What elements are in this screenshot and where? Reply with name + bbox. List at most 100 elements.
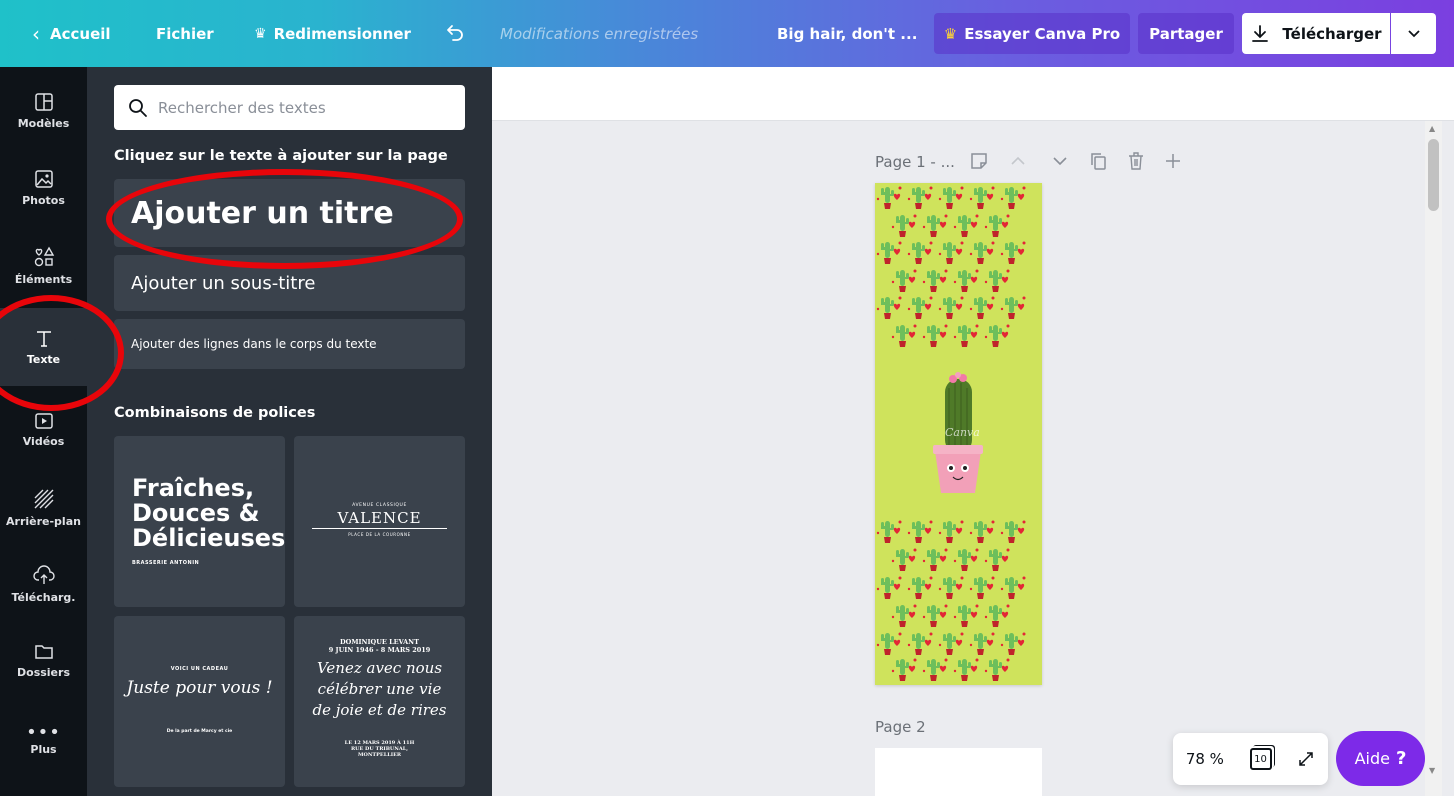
text-icon [36,331,51,347]
resize-menu-label: Redimensionner [273,24,411,43]
chevron-left-icon: ‹ [32,21,40,46]
rail-item-label: Éléments [14,273,73,286]
add-title-label: Ajouter un titre [131,195,394,231]
combo-small-text: De la part de Marcy et cie [166,729,233,734]
combo-small-text: BRASSERIE ANTONIN [132,560,200,566]
page-count-icon[interactable]: 10 [1249,748,1272,770]
undo-button[interactable] [443,0,465,67]
canva-watermark: Canva [945,426,980,439]
more-icon: ••• [26,722,61,743]
page-2-canvas[interactable] [875,748,1042,796]
layout-icon [34,93,53,111]
font-combo-card[interactable]: AVENUE CLASSIQUE VALENCE PLACE DE LA COU… [294,436,465,607]
scroll-thumb[interactable] [1428,139,1439,211]
combo-divider [312,528,447,529]
back-home-label: Accueil [50,24,111,43]
rail-item-label: Vidéos [22,435,65,448]
rail-item-label: Télécharg. [11,591,76,604]
add-body-text-button[interactable]: Ajouter des lignes dans le corps du text… [114,319,465,369]
rail-item-label: Texte [26,353,61,366]
left-rail: Modèles Photos Éléments Texte Vidéos Arr… [0,67,87,796]
file-menu-label: Fichier [156,24,214,43]
combo-small-text: PLACE DE LA COURONNE [348,532,411,537]
try-canva-pro-button[interactable]: ♛ Essayer Canva Pro [934,13,1130,54]
rail-item-uploads[interactable]: Télécharg. [0,545,87,623]
zoom-level[interactable]: 78 % [1186,750,1224,768]
help-question-icon: ? [1395,748,1407,769]
add-title-button[interactable]: Ajouter un titre [114,179,465,247]
background-icon [34,489,53,509]
page-2-label[interactable]: Page 2 [875,718,926,736]
rail-item-folders[interactable]: Dossiers [0,622,87,700]
chevron-down-icon[interactable] [1052,156,1068,166]
chevron-up-icon[interactable] [1010,156,1026,166]
rail-item-label: Dossiers [17,666,70,679]
click-hint: Cliquez sur le texte à ajouter sur la pa… [114,148,448,164]
font-combo-card[interactable]: VOICI UN CADEAU Juste pour vous ! De la … [114,616,285,787]
editor-toolbar [492,67,1454,121]
page-toolbar [968,150,1182,172]
combo-small-text: VOICI UN CADEAU [170,666,229,672]
combo-heading-line: Venez avec nous [316,659,443,677]
trash-icon[interactable] [1126,151,1146,171]
rail-item-label: Modèles [17,117,70,130]
upload-icon [32,565,55,584]
page-1-label[interactable]: Page 1 - ... [875,153,955,171]
combo-heading-line: Délicieuses [132,524,285,552]
back-home-link[interactable]: ‹ Accueil [32,0,111,67]
file-menu[interactable]: Fichier [156,0,214,67]
zoom-controls: 78 % 10 [1173,733,1328,785]
combo-small-text: AVENUE CLASSIQUE [352,503,407,508]
combo-heading-text: Juste pour vous ! [126,678,273,698]
combo-small-text: 9 JUIN 1946 - 8 MARS 2019 [328,646,431,654]
save-status: Modifications enregistrées [500,0,698,67]
rail-item-text[interactable]: Texte [0,308,87,386]
scroll-up-icon[interactable]: ▲ [1429,124,1435,133]
resize-menu[interactable]: ♛ Redimensionner [254,0,411,67]
help-label: Aide [1354,749,1390,768]
combo-heading-line: Douces & [132,499,260,527]
share-button[interactable]: Partager [1138,13,1234,54]
duplicate-icon[interactable] [1088,151,1108,171]
rail-item-templates[interactable]: Modèles [0,72,87,150]
page-1-canvas[interactable]: Canva [875,183,1042,685]
share-label: Partager [1149,24,1223,43]
search-input[interactable] [158,98,448,117]
fullscreen-icon[interactable] [1297,750,1315,768]
download-options-button[interactable] [1391,13,1436,54]
add-subtitle-button[interactable]: Ajouter un sous-titre [114,255,465,311]
add-body-text-label: Ajouter des lignes dans le corps du text… [131,337,377,351]
top-bar: ‹ Accueil Fichier ♛ Redimensionner Modif… [0,0,1454,67]
help-button[interactable]: Aide ? [1336,731,1425,786]
combo-small-text: DOMINIQUE LEVANT [340,638,419,646]
rail-item-label: Arrière-plan [6,515,81,528]
font-combo-card[interactable]: DOMINIQUE LEVANT 9 JUIN 1946 - 8 MARS 20… [294,616,465,787]
rail-item-more[interactable]: ••• Plus [0,703,87,781]
image-icon [34,170,53,188]
search-box[interactable] [114,85,465,130]
crown-icon: ♛ [254,25,267,42]
try-canva-pro-label: Essayer Canva Pro [964,24,1121,43]
download-label: Télécharger [1282,24,1382,43]
rail-item-photos[interactable]: Photos [0,149,87,227]
combo-heading-line: Fraîches, [132,474,255,502]
rail-item-background[interactable]: Arrière-plan [0,469,87,547]
add-page-icon[interactable] [1164,152,1182,170]
download-button[interactable]: Télécharger [1242,13,1390,54]
document-title[interactable]: Big hair, don't ... [777,0,917,67]
search-icon [129,98,147,117]
page-count-number: 10 [1254,753,1267,765]
shapes-icon [34,246,54,267]
rail-item-videos[interactable]: Vidéos [0,391,87,469]
rail-item-elements[interactable]: Éléments [0,227,87,305]
font-combo-card[interactable]: Fraîches, Douces & Délicieuses BRASSERIE… [114,436,285,607]
combo-heading-text: VALENCE [337,509,422,527]
undo-icon [447,24,463,41]
scroll-down-icon[interactable]: ▼ [1429,766,1435,775]
rail-item-label: Photos [22,194,65,207]
note-icon[interactable] [968,150,990,172]
document-title-text: Big hair, don't ... [777,24,918,43]
combo-small-text: MONTPELLIER [357,752,402,758]
vertical-scrollbar[interactable]: ▲ ▼ [1425,121,1442,796]
chevron-down-icon [1407,29,1420,37]
